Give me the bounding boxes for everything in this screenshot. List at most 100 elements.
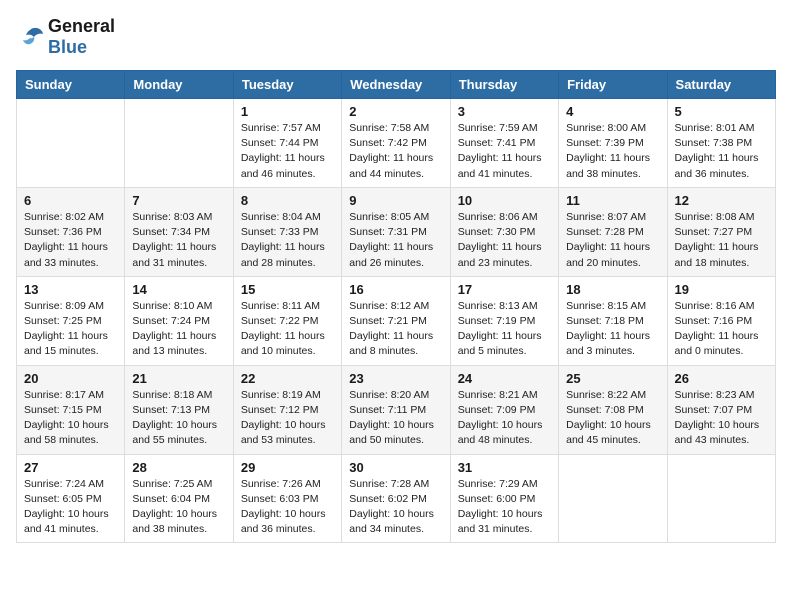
calendar-cell: 8 Sunrise: 8:04 AMSunset: 7:33 PMDayligh… [233, 187, 341, 276]
day-info: Sunrise: 7:28 AMSunset: 6:02 PMDaylight:… [349, 477, 442, 538]
weekday-header: Sunday [17, 71, 125, 99]
day-number: 29 [241, 460, 334, 475]
calendar-cell: 24 Sunrise: 8:21 AMSunset: 7:09 PMDaylig… [450, 365, 558, 454]
calendar-cell: 1 Sunrise: 7:57 AMSunset: 7:44 PMDayligh… [233, 99, 341, 188]
calendar-cell: 14 Sunrise: 8:10 AMSunset: 7:24 PMDaylig… [125, 276, 233, 365]
day-number: 14 [132, 282, 225, 297]
calendar-cell: 10 Sunrise: 8:06 AMSunset: 7:30 PMDaylig… [450, 187, 558, 276]
calendar-cell: 29 Sunrise: 7:26 AMSunset: 6:03 PMDaylig… [233, 454, 341, 543]
day-info: Sunrise: 8:15 AMSunset: 7:18 PMDaylight:… [566, 299, 659, 360]
day-number: 31 [458, 460, 551, 475]
weekday-header: Friday [559, 71, 667, 99]
day-number: 17 [458, 282, 551, 297]
day-info: Sunrise: 7:24 AMSunset: 6:05 PMDaylight:… [24, 477, 117, 538]
day-info: Sunrise: 8:22 AMSunset: 7:08 PMDaylight:… [566, 388, 659, 449]
calendar-cell: 7 Sunrise: 8:03 AMSunset: 7:34 PMDayligh… [125, 187, 233, 276]
day-number: 20 [24, 371, 117, 386]
day-number: 27 [24, 460, 117, 475]
calendar-cell: 31 Sunrise: 7:29 AMSunset: 6:00 PMDaylig… [450, 454, 558, 543]
calendar-cell: 21 Sunrise: 8:18 AMSunset: 7:13 PMDaylig… [125, 365, 233, 454]
calendar-cell [559, 454, 667, 543]
day-number: 15 [241, 282, 334, 297]
day-info: Sunrise: 8:02 AMSunset: 7:36 PMDaylight:… [24, 210, 117, 271]
day-number: 12 [675, 193, 768, 208]
day-info: Sunrise: 8:18 AMSunset: 7:13 PMDaylight:… [132, 388, 225, 449]
calendar-week-row: 13 Sunrise: 8:09 AMSunset: 7:25 PMDaylig… [17, 276, 776, 365]
day-info: Sunrise: 8:10 AMSunset: 7:24 PMDaylight:… [132, 299, 225, 360]
day-info: Sunrise: 8:07 AMSunset: 7:28 PMDaylight:… [566, 210, 659, 271]
calendar-cell: 4 Sunrise: 8:00 AMSunset: 7:39 PMDayligh… [559, 99, 667, 188]
calendar-cell: 20 Sunrise: 8:17 AMSunset: 7:15 PMDaylig… [17, 365, 125, 454]
day-number: 4 [566, 104, 659, 119]
day-number: 2 [349, 104, 442, 119]
calendar-cell: 11 Sunrise: 8:07 AMSunset: 7:28 PMDaylig… [559, 187, 667, 276]
calendar-cell [667, 454, 775, 543]
day-info: Sunrise: 7:26 AMSunset: 6:03 PMDaylight:… [241, 477, 334, 538]
day-info: Sunrise: 7:29 AMSunset: 6:00 PMDaylight:… [458, 477, 551, 538]
day-info: Sunrise: 8:00 AMSunset: 7:39 PMDaylight:… [566, 121, 659, 182]
calendar-cell: 27 Sunrise: 7:24 AMSunset: 6:05 PMDaylig… [17, 454, 125, 543]
calendar-week-row: 27 Sunrise: 7:24 AMSunset: 6:05 PMDaylig… [17, 454, 776, 543]
day-info: Sunrise: 8:20 AMSunset: 7:11 PMDaylight:… [349, 388, 442, 449]
calendar-cell: 9 Sunrise: 8:05 AMSunset: 7:31 PMDayligh… [342, 187, 450, 276]
day-info: Sunrise: 7:59 AMSunset: 7:41 PMDaylight:… [458, 121, 551, 182]
day-info: Sunrise: 8:09 AMSunset: 7:25 PMDaylight:… [24, 299, 117, 360]
day-info: Sunrise: 8:06 AMSunset: 7:30 PMDaylight:… [458, 210, 551, 271]
weekday-header: Thursday [450, 71, 558, 99]
day-number: 9 [349, 193, 442, 208]
calendar-header-row: SundayMondayTuesdayWednesdayThursdayFrid… [17, 71, 776, 99]
calendar-cell [17, 99, 125, 188]
day-info: Sunrise: 8:08 AMSunset: 7:27 PMDaylight:… [675, 210, 768, 271]
calendar-week-row: 6 Sunrise: 8:02 AMSunset: 7:36 PMDayligh… [17, 187, 776, 276]
day-number: 22 [241, 371, 334, 386]
day-info: Sunrise: 8:21 AMSunset: 7:09 PMDaylight:… [458, 388, 551, 449]
calendar-cell: 18 Sunrise: 8:15 AMSunset: 7:18 PMDaylig… [559, 276, 667, 365]
calendar-cell: 5 Sunrise: 8:01 AMSunset: 7:38 PMDayligh… [667, 99, 775, 188]
day-number: 5 [675, 104, 768, 119]
logo-text: General Blue [48, 16, 115, 58]
day-info: Sunrise: 7:57 AMSunset: 7:44 PMDaylight:… [241, 121, 334, 182]
calendar-cell: 16 Sunrise: 8:12 AMSunset: 7:21 PMDaylig… [342, 276, 450, 365]
day-number: 1 [241, 104, 334, 119]
calendar-cell: 25 Sunrise: 8:22 AMSunset: 7:08 PMDaylig… [559, 365, 667, 454]
calendar-cell: 2 Sunrise: 7:58 AMSunset: 7:42 PMDayligh… [342, 99, 450, 188]
day-number: 26 [675, 371, 768, 386]
day-info: Sunrise: 8:11 AMSunset: 7:22 PMDaylight:… [241, 299, 334, 360]
calendar-cell: 3 Sunrise: 7:59 AMSunset: 7:41 PMDayligh… [450, 99, 558, 188]
day-info: Sunrise: 8:04 AMSunset: 7:33 PMDaylight:… [241, 210, 334, 271]
weekday-header: Wednesday [342, 71, 450, 99]
calendar-cell: 30 Sunrise: 7:28 AMSunset: 6:02 PMDaylig… [342, 454, 450, 543]
day-number: 8 [241, 193, 334, 208]
day-info: Sunrise: 8:17 AMSunset: 7:15 PMDaylight:… [24, 388, 117, 449]
calendar-cell: 19 Sunrise: 8:16 AMSunset: 7:16 PMDaylig… [667, 276, 775, 365]
day-number: 7 [132, 193, 225, 208]
weekday-header: Monday [125, 71, 233, 99]
day-number: 13 [24, 282, 117, 297]
day-info: Sunrise: 8:01 AMSunset: 7:38 PMDaylight:… [675, 121, 768, 182]
day-info: Sunrise: 8:23 AMSunset: 7:07 PMDaylight:… [675, 388, 768, 449]
weekday-header: Tuesday [233, 71, 341, 99]
calendar-cell: 23 Sunrise: 8:20 AMSunset: 7:11 PMDaylig… [342, 365, 450, 454]
day-number: 19 [675, 282, 768, 297]
calendar-cell [125, 99, 233, 188]
day-info: Sunrise: 7:58 AMSunset: 7:42 PMDaylight:… [349, 121, 442, 182]
logo-icon [16, 26, 44, 48]
day-number: 24 [458, 371, 551, 386]
calendar-cell: 28 Sunrise: 7:25 AMSunset: 6:04 PMDaylig… [125, 454, 233, 543]
day-number: 6 [24, 193, 117, 208]
calendar-cell: 17 Sunrise: 8:13 AMSunset: 7:19 PMDaylig… [450, 276, 558, 365]
day-info: Sunrise: 8:19 AMSunset: 7:12 PMDaylight:… [241, 388, 334, 449]
weekday-header: Saturday [667, 71, 775, 99]
day-number: 21 [132, 371, 225, 386]
calendar-cell: 6 Sunrise: 8:02 AMSunset: 7:36 PMDayligh… [17, 187, 125, 276]
day-info: Sunrise: 8:16 AMSunset: 7:16 PMDaylight:… [675, 299, 768, 360]
day-number: 25 [566, 371, 659, 386]
logo: General Blue [16, 16, 115, 58]
calendar-cell: 22 Sunrise: 8:19 AMSunset: 7:12 PMDaylig… [233, 365, 341, 454]
calendar-cell: 12 Sunrise: 8:08 AMSunset: 7:27 PMDaylig… [667, 187, 775, 276]
calendar-cell: 15 Sunrise: 8:11 AMSunset: 7:22 PMDaylig… [233, 276, 341, 365]
day-number: 30 [349, 460, 442, 475]
day-number: 18 [566, 282, 659, 297]
day-number: 16 [349, 282, 442, 297]
day-number: 23 [349, 371, 442, 386]
